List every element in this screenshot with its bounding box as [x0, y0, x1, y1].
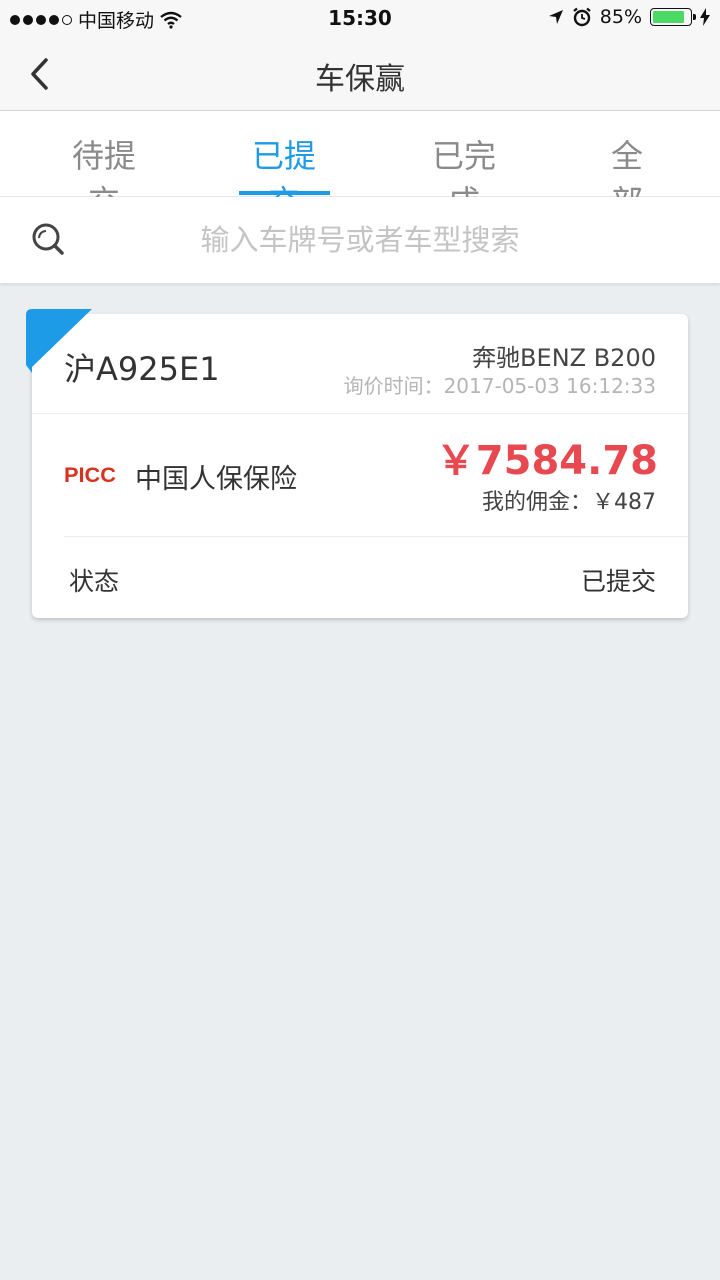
- alarm-clock-icon: [573, 7, 591, 27]
- inquiry-time: 询价时间：2017-05-03 16:12:33: [343, 374, 656, 398]
- car-model: 奔驰BENZ B200: [472, 344, 656, 372]
- search-bar: [0, 197, 720, 283]
- commission: 我的佣金：￥487: [482, 490, 656, 515]
- insurer-name: 中国人保保险: [135, 464, 297, 495]
- battery-icon: [650, 8, 696, 26]
- status-value: 已提交: [580, 567, 656, 596]
- battery-percent: 85%: [599, 6, 642, 28]
- status-bar: 中国移动 15:30 85%: [0, 0, 720, 36]
- location-arrow-icon: [548, 10, 563, 24]
- divider: [32, 413, 688, 414]
- navigation-bar: 车保赢: [0, 36, 720, 111]
- search-icon[interactable]: [28, 219, 68, 259]
- quote-card[interactable]: 沪A925E1 奔驰BENZ B200 询价时间：2017-05-03 16:1…: [26, 309, 688, 618]
- picc-logo: PICC: [64, 464, 116, 484]
- license-plate: 沪A925E1: [64, 350, 220, 388]
- battery-level-fill: [653, 11, 684, 23]
- charging-bolt-icon: [700, 8, 710, 26]
- status-label: 状态: [69, 567, 120, 596]
- svg-text:PICC: PICC: [64, 464, 116, 484]
- status-bar-right: 85%: [548, 6, 710, 28]
- page-title: 车保赢: [315, 62, 405, 97]
- quote-price: ￥7584.78: [435, 438, 658, 484]
- search-input[interactable]: [120, 215, 600, 265]
- active-tab-indicator: [239, 191, 330, 195]
- status-tabs: 待提交 已提交 已完成 全部: [0, 111, 720, 221]
- divider: [64, 536, 688, 537]
